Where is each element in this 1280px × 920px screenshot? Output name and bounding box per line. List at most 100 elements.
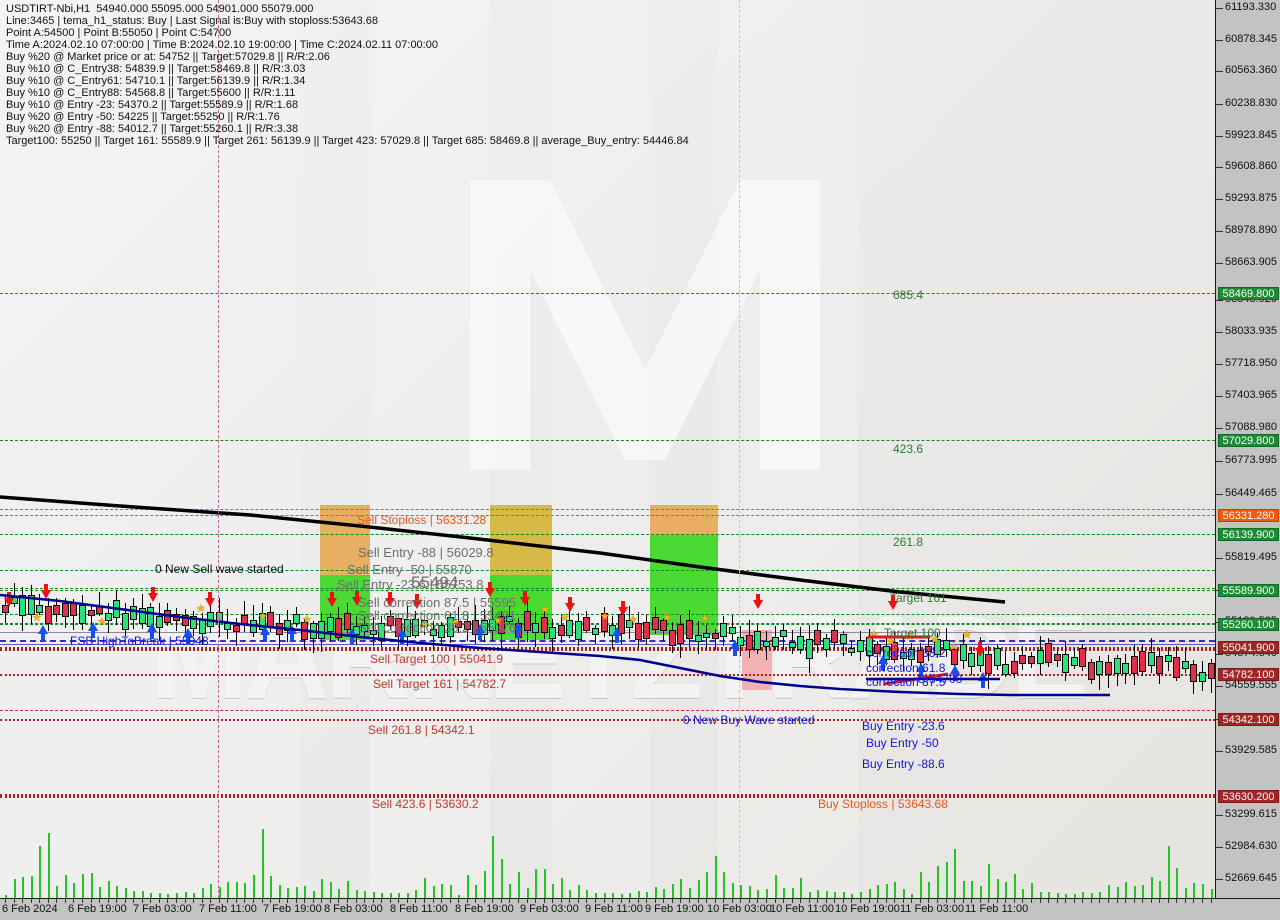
time-tick bbox=[449, 899, 451, 903]
candle-body-bearish bbox=[70, 603, 78, 617]
star-marker-4: ★ bbox=[302, 614, 312, 626]
candle bbox=[1139, 644, 1147, 677]
sell-signal-arrow-2 bbox=[148, 587, 158, 602]
chart-plot-area[interactable]: MARKETZTRADE ★ ★ ★ ★ ★ ★ ★ ★ ★ ★ ★ ★ ★ ★ ★ ★ ★ ★ ★ ★ 685.4 4… bbox=[0, 0, 1215, 898]
volume-bar bbox=[304, 886, 307, 898]
candle bbox=[78, 594, 86, 631]
candle bbox=[985, 645, 993, 689]
volume-bar bbox=[1202, 884, 1204, 898]
price-tick bbox=[1216, 263, 1223, 264]
time-tick bbox=[1048, 899, 1050, 903]
price-tag-red[interactable]: 54782.100 bbox=[1218, 668, 1279, 681]
price-tick bbox=[1216, 558, 1223, 559]
level-line-55589.900 bbox=[0, 590, 1215, 591]
volume-bar bbox=[560, 877, 563, 898]
candle-body-bullish bbox=[1181, 660, 1189, 670]
volume-bar bbox=[252, 875, 255, 898]
volume-bar bbox=[329, 881, 332, 898]
candle bbox=[839, 631, 847, 656]
volume-bar bbox=[1116, 887, 1119, 898]
price-tag-red[interactable]: 54342.100 bbox=[1218, 713, 1279, 726]
price-tag-orange[interactable]: 56331.280 bbox=[1218, 509, 1279, 522]
candle-body-bearish bbox=[686, 619, 693, 639]
chart-label-0: 685.4 bbox=[893, 288, 924, 302]
candle-body-bullish bbox=[1122, 662, 1130, 674]
candle-body-bearish bbox=[1010, 661, 1018, 674]
volume-bar bbox=[586, 890, 589, 898]
volume-bar bbox=[885, 883, 888, 898]
candle bbox=[1019, 646, 1027, 671]
candle-body-bearish bbox=[1028, 656, 1035, 665]
price-tag-green[interactable]: 58469.800 bbox=[1218, 287, 1279, 300]
volume-bar bbox=[962, 881, 965, 898]
candle-body-bullish bbox=[857, 640, 864, 653]
price-tick-label: 60878.345 bbox=[1225, 33, 1277, 45]
candle bbox=[1173, 646, 1181, 682]
candle bbox=[130, 598, 138, 629]
price-tag-green[interactable]: 57029.800 bbox=[1218, 434, 1279, 447]
volume-bar bbox=[996, 879, 999, 898]
volume-bar bbox=[449, 885, 452, 898]
info-line-6: Buy %10 @ C_Entry61: 54710.1 || Target:5… bbox=[6, 75, 306, 87]
volume-bar bbox=[1031, 883, 1033, 898]
chart-label-24: Buy Entry -88.6 bbox=[862, 757, 945, 771]
candle-body-bullish bbox=[1062, 654, 1070, 674]
star-marker-10: ★ bbox=[600, 611, 610, 623]
price-tick bbox=[1216, 428, 1223, 429]
candle-body-bullish bbox=[207, 612, 215, 627]
candle-body-bearish bbox=[275, 622, 283, 636]
price-tick bbox=[1216, 686, 1223, 687]
candle-body-bullish bbox=[1199, 672, 1206, 682]
brand-logo-watermark bbox=[470, 180, 820, 470]
price-tag-green[interactable]: 55589.900 bbox=[1218, 584, 1279, 597]
candle-body-bearish bbox=[651, 616, 659, 631]
volume-bar bbox=[1159, 881, 1162, 898]
price-axis[interactable]: 61193.330 60878.345 60563.360 60238.830 5992… bbox=[1215, 0, 1280, 898]
candle-body-bearish bbox=[1104, 662, 1112, 675]
candle-body-bullish bbox=[993, 648, 1001, 667]
candle bbox=[703, 625, 711, 650]
candle bbox=[1010, 652, 1018, 678]
price-tag-red[interactable]: 53630.200 bbox=[1218, 790, 1279, 803]
volume-bar bbox=[441, 884, 444, 898]
volume-bar bbox=[800, 878, 803, 898]
volume-bar bbox=[201, 888, 204, 898]
candle-body-bullish bbox=[771, 637, 779, 648]
time-tick bbox=[1142, 899, 1144, 903]
price-tag-green[interactable]: 56139.900 bbox=[1218, 528, 1279, 541]
volume-bar bbox=[919, 871, 922, 898]
volume-bar bbox=[107, 880, 110, 898]
volume-pane bbox=[0, 820, 1215, 898]
price-tag-green[interactable]: 55260.100 bbox=[1218, 618, 1279, 631]
candle-body-bullish bbox=[326, 616, 334, 633]
candle-body-bearish bbox=[232, 624, 240, 633]
candle bbox=[19, 587, 27, 631]
candle bbox=[1147, 637, 1155, 673]
time-tick bbox=[1202, 899, 1203, 903]
price-tick-label: 59293.875 bbox=[1225, 192, 1277, 204]
candle-body-bearish bbox=[583, 617, 591, 631]
time-axis[interactable]: 6 Feb 2024 6 Feb 19:00 7 Feb 03:00 7 Feb 11… bbox=[0, 898, 1280, 920]
candle-body-bearish bbox=[87, 610, 95, 616]
time-tick bbox=[64, 899, 66, 903]
volume-bar bbox=[637, 890, 640, 898]
star-marker-0: ★ bbox=[32, 612, 42, 624]
price-tick-label: 52984.630 bbox=[1225, 840, 1277, 852]
time-tick-label: 10 Feb 19:00 bbox=[835, 903, 900, 915]
price-tag-red[interactable]: 55041.900 bbox=[1218, 641, 1279, 654]
time-tick-label: 9 Feb 11:00 bbox=[585, 903, 643, 915]
volume-bar bbox=[64, 875, 67, 898]
candle bbox=[1087, 659, 1095, 685]
candle bbox=[1036, 636, 1044, 676]
volume-bar bbox=[1193, 882, 1196, 898]
time-tick-label: 11 Feb 11:00 bbox=[965, 903, 1029, 915]
candle bbox=[677, 614, 685, 658]
candle bbox=[805, 624, 813, 674]
info-line-2: Point A:54500 | Point B:55050 | Point C:… bbox=[6, 27, 232, 39]
price-tick-label: 55819.495 bbox=[1225, 551, 1277, 563]
candle bbox=[583, 610, 591, 634]
candle bbox=[1207, 658, 1215, 694]
volume-bar bbox=[748, 885, 751, 898]
volume-bar bbox=[543, 868, 546, 898]
candle-body-bullish bbox=[121, 613, 129, 631]
